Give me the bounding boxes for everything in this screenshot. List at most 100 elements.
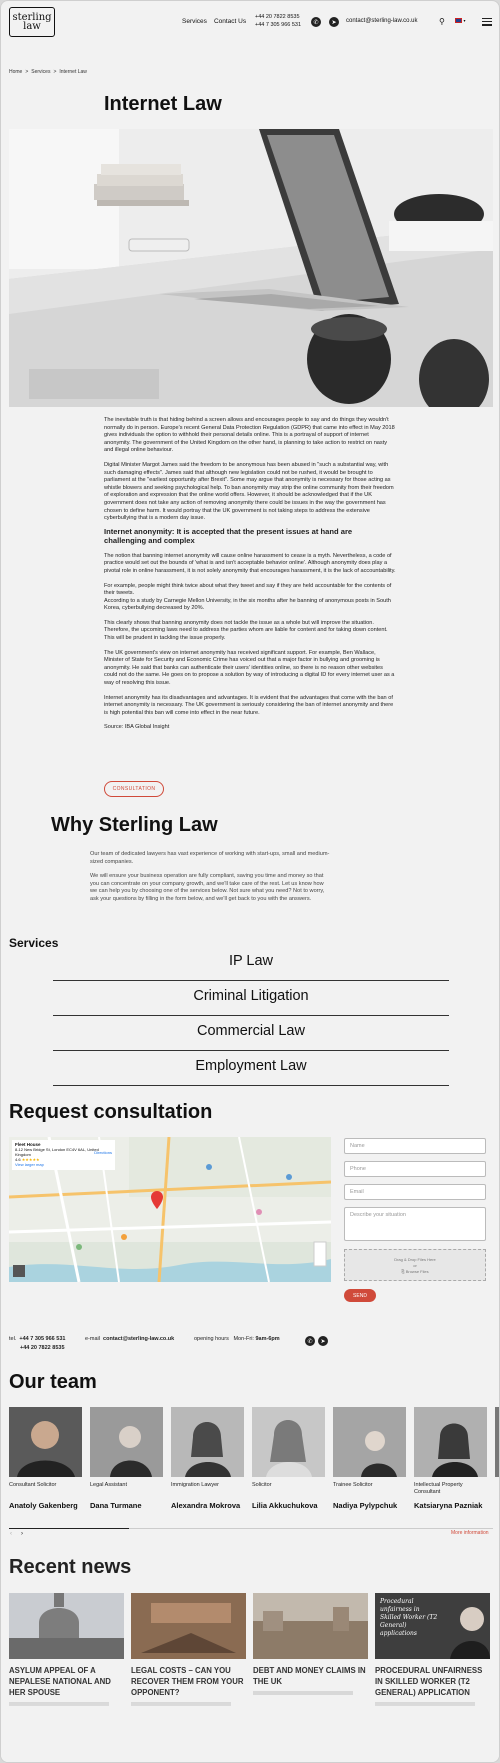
services-heading: Services <box>9 936 59 950</box>
search-icon[interactable]: ⚲ <box>439 17 445 26</box>
news-image <box>253 1593 368 1659</box>
member-name: Dana Turmane <box>90 1501 142 1510</box>
phone-field[interactable]: Phone <box>344 1161 486 1177</box>
article-paragraph: Internet anonymity has its disadvantages… <box>104 694 394 716</box>
news-title: Recent news <box>9 1556 132 1578</box>
member-photo <box>171 1407 244 1477</box>
contact-tel-2[interactable]: +44 20 7822 8535 <box>20 1345 65 1351</box>
email-field[interactable]: Email <box>344 1184 486 1200</box>
member-name: Anatoly Gakenberg <box>9 1501 78 1510</box>
team-slider-track[interactable] <box>9 1528 493 1529</box>
member-role: Legal Assistant <box>90 1482 127 1488</box>
member-role: Immigration Lawyer <box>171 1482 219 1488</box>
article-paragraph: This clearly shows that banning anonymit… <box>104 619 388 642</box>
whatsapp-icon[interactable]: ✆ <box>305 1336 315 1346</box>
telegram-icon[interactable]: ➤ <box>329 17 339 27</box>
service-employment-law[interactable]: Employment Law <box>53 1058 449 1086</box>
news-image <box>9 1593 124 1659</box>
map-directions-link[interactable]: Directions <box>94 1150 112 1155</box>
name-field[interactable]: Name <box>344 1138 486 1154</box>
article-paragraph: Digital Minister Margot James said the f… <box>104 461 394 522</box>
request-title: Request consultation <box>9 1101 213 1123</box>
news-card[interactable]: ASYLUM APPEAL OF A NEPALESE NATIONAL AND… <box>9 1593 124 1706</box>
news-date-line <box>253 1691 353 1695</box>
location-map[interactable]: Fleet House 8-12 New Bridge St, London E… <box>9 1137 331 1282</box>
hero-image <box>9 129 493 407</box>
breadcrumb-services[interactable]: Services <box>31 69 50 75</box>
send-button[interactable]: SEND <box>344 1289 376 1302</box>
news-image: Procedural unfairness in Skilled Worker … <box>375 1593 490 1659</box>
next-arrow-icon[interactable]: › <box>21 1531 23 1537</box>
more-information-link[interactable]: More information <box>451 1530 489 1536</box>
team-member[interactable]: Intellectual Property Consultant Katsiar… <box>414 1407 487 1510</box>
map-larger-link[interactable]: View larger map <box>15 1162 112 1167</box>
member-name: Nadiya Pylypchuk <box>333 1501 398 1510</box>
map-info-card: Fleet House 8-12 New Bridge St, London E… <box>12 1140 115 1170</box>
header-phone-2[interactable]: +44 7 305 966 531 <box>255 22 301 30</box>
service-ip-law[interactable]: IP Law <box>53 953 449 981</box>
prev-arrow-icon[interactable]: ‹ <box>10 1531 12 1537</box>
article-paragraph: The inevitable truth is that hiding behi… <box>104 417 395 454</box>
telegram-icon[interactable]: ➤ <box>318 1336 328 1346</box>
menu-icon[interactable] <box>482 16 492 28</box>
member-photo <box>9 1407 82 1477</box>
why-paragraph: We will ensure your business operation a… <box>90 873 325 902</box>
member-photo <box>414 1407 487 1477</box>
bottom-fade <box>1 1701 499 1762</box>
team-member[interactable]: Legal Assistant Dana Turmane <box>90 1407 163 1510</box>
whatsapp-icon[interactable]: ✆ <box>311 17 321 27</box>
nav-contact-us[interactable]: Contact Us <box>214 18 246 25</box>
contact-email-value[interactable]: contact@sterling-law.co.uk <box>103 1336 174 1342</box>
member-photo <box>333 1407 406 1477</box>
service-commercial-law[interactable]: Commercial Law <box>53 1023 449 1051</box>
uk-flag-icon <box>455 18 462 24</box>
chevron-down-icon: ▾ <box>463 18 466 23</box>
header-email[interactable]: contact@sterling-law.co.uk <box>346 18 417 24</box>
news-card-title: LEGAL COSTS – CAN YOU RECOVER THEM FROM … <box>131 1666 244 1697</box>
article-body: The inevitable truth is that hiding behi… <box>104 417 396 739</box>
member-name: Katsiaryna Pazniak <box>414 1501 483 1510</box>
news-card[interactable]: LEGAL COSTS – CAN YOU RECOVER THEM FROM … <box>131 1593 246 1706</box>
team-member[interactable]: Trainee Solicitor Nadiya Pylypchuk <box>333 1407 406 1510</box>
language-selector[interactable]: ▾ <box>455 18 466 24</box>
page-title: Internet Law <box>104 93 222 115</box>
member-role: Consultant Solicitor <box>9 1482 57 1488</box>
browse-files-button[interactable]: Browse Files <box>406 1269 429 1274</box>
hours-days: Mon-Fri: <box>233 1336 254 1342</box>
situation-field[interactable]: Describe your situation <box>344 1207 486 1241</box>
member-role: Trainee Solicitor <box>333 1482 373 1488</box>
site-logo[interactable]: sterling law <box>9 7 55 37</box>
why-paragraph: Our team of dedicated lawyers has vast e… <box>90 851 330 865</box>
nav-services[interactable]: Services <box>182 18 207 25</box>
service-criminal-litigation[interactable]: Criminal Litigation <box>53 988 449 1016</box>
breadcrumb: Home > Services > Internet Law <box>9 69 87 75</box>
hours-time: 9am-6pm <box>255 1336 280 1342</box>
article-source: Source: IBA Global Insight <box>104 724 170 731</box>
contact-hours: opening hours Mon-Fri: 9am-6pm <box>194 1335 280 1344</box>
header-phones: +44 20 7822 8535 +44 7 305 966 531 <box>255 14 301 29</box>
member-role: Solicitor <box>252 1482 272 1488</box>
logo-line-2: law <box>23 21 41 32</box>
news-card[interactable]: DEBT AND MONEY CLAIMS IN THE UK <box>253 1593 368 1695</box>
team-member[interactable]: Immigration Lawyer Alexandra Mokrova <box>171 1407 244 1510</box>
header-phone-1[interactable]: +44 20 7822 8535 <box>255 14 301 22</box>
file-dropzone[interactable]: Drag & Drop Files Here or ⎘ Browse Files <box>344 1249 486 1281</box>
news-image-overlay-text: Procedural unfairness in Skilled Worker … <box>380 1598 438 1637</box>
news-card-title: ASYLUM APPEAL OF A NEPALESE NATIONAL AND… <box>9 1666 111 1697</box>
consultation-button[interactable]: CONSULTATION <box>104 781 164 797</box>
paperclip-icon: ⎘ <box>401 1269 405 1274</box>
contact-email: e-mail contact@sterling-law.co.uk <box>85 1335 174 1344</box>
article-paragraph: The notion that banning internet anonymi… <box>104 552 396 574</box>
team-member[interactable]: Solicitor Lilia Akkuchukova <box>252 1407 325 1510</box>
member-photo <box>252 1407 325 1477</box>
member-role: Intellectual Property Consultant <box>414 1482 463 1495</box>
tel-label: tel. <box>9 1336 17 1342</box>
contact-tel-1[interactable]: +44 7 305 966 531 <box>19 1336 65 1342</box>
news-card[interactable]: Procedural unfairness in Skilled Worker … <box>375 1593 490 1706</box>
team-member[interactable]: Consultant Solicitor Anatoly Gakenberg <box>9 1407 82 1510</box>
member-name: Lilia Akkuchukova <box>252 1501 318 1510</box>
breadcrumb-home[interactable]: Home <box>9 69 22 75</box>
member-photo <box>90 1407 163 1477</box>
page: sterling law Services Contact Us +44 20 … <box>0 0 500 1763</box>
main-nav: Services Contact Us <box>182 18 246 25</box>
